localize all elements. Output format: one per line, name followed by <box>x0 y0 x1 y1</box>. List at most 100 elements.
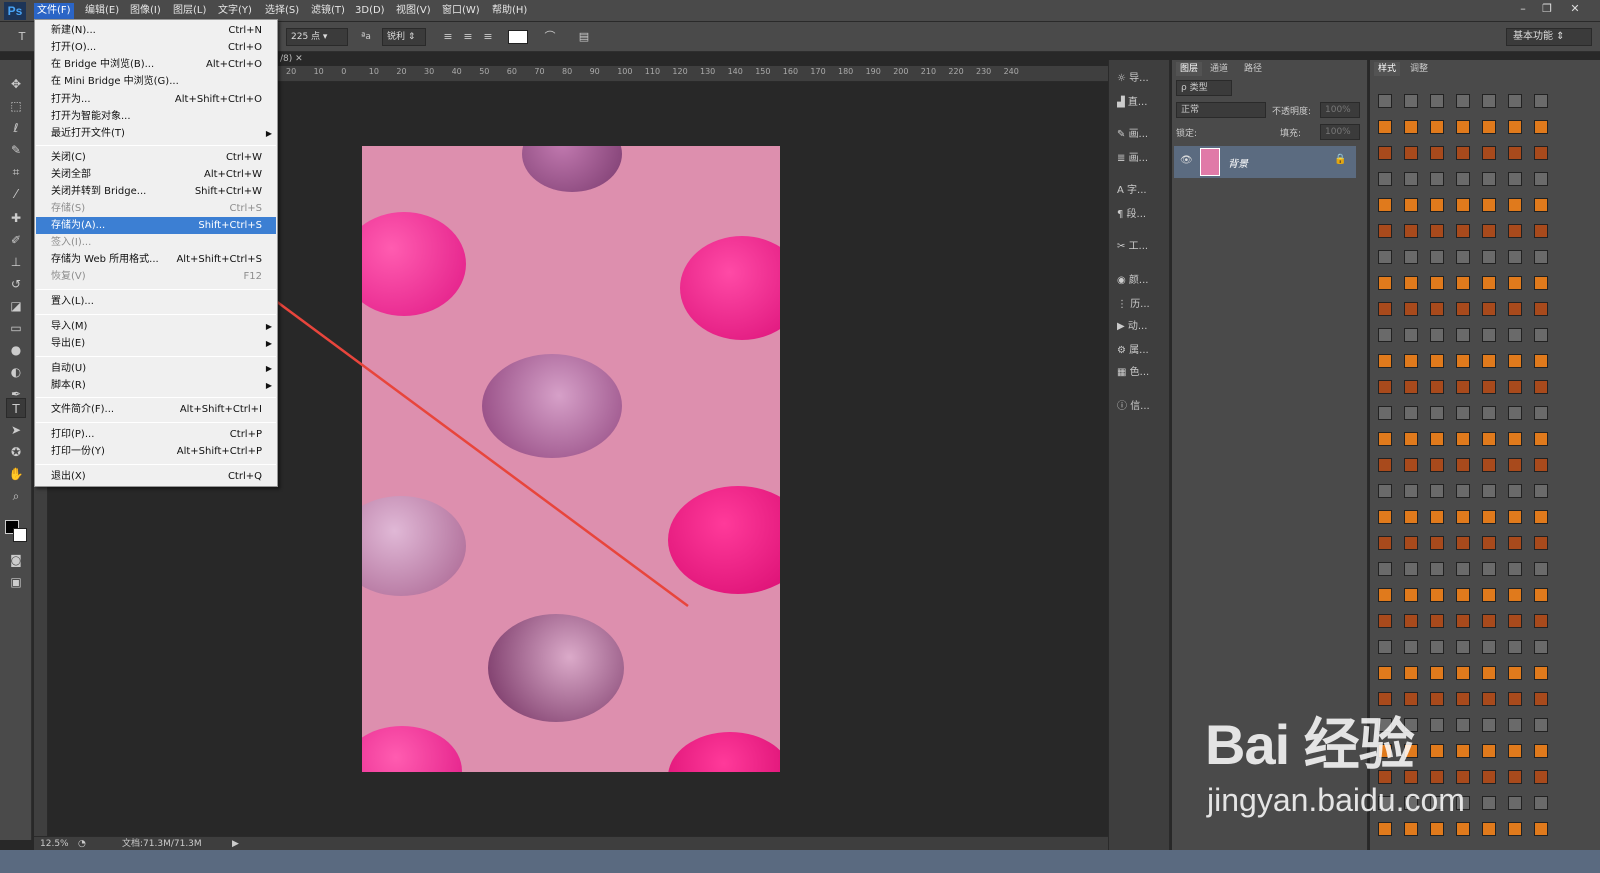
style-swatch[interactable] <box>1430 250 1444 264</box>
style-swatch[interactable] <box>1430 588 1444 602</box>
panel-paragraph[interactable]: ¶ 段... <box>1117 206 1165 224</box>
style-swatch[interactable] <box>1378 224 1392 238</box>
style-swatch[interactable] <box>1456 224 1470 238</box>
style-swatch[interactable] <box>1430 380 1444 394</box>
menu-item-save[interactable]: 存储(S) Ctrl+S <box>36 200 276 217</box>
style-swatch[interactable] <box>1534 484 1548 498</box>
panel-swatches[interactable]: ▦ 色... <box>1117 364 1165 382</box>
tab-styles[interactable]: 样式 <box>1374 62 1401 76</box>
menu-item-open-as[interactable]: 打开为... Alt+Shift+Ctrl+O <box>36 91 276 108</box>
style-swatch[interactable] <box>1456 276 1470 290</box>
style-swatch[interactable] <box>1404 172 1418 186</box>
style-swatch[interactable] <box>1508 562 1522 576</box>
menu-item-revert[interactable]: 恢复(V) F12 <box>36 268 276 285</box>
style-swatch[interactable] <box>1404 302 1418 316</box>
panel-properties[interactable]: ⚙ 属... <box>1117 342 1165 360</box>
style-swatch[interactable] <box>1378 94 1392 108</box>
style-swatch[interactable] <box>1534 692 1548 706</box>
style-swatch[interactable] <box>1456 120 1470 134</box>
menu-item-place[interactable]: 置入(L)... <box>36 293 276 310</box>
style-swatch[interactable] <box>1482 146 1496 160</box>
style-swatch[interactable] <box>1378 614 1392 628</box>
style-swatch[interactable] <box>1430 640 1444 654</box>
style-swatch[interactable] <box>1378 588 1392 602</box>
style-swatch[interactable] <box>1456 614 1470 628</box>
menu-item-close-go-bridge[interactable]: 关闭并转到 Bridge... Shift+Ctrl+W <box>36 183 276 200</box>
style-swatch[interactable] <box>1534 172 1548 186</box>
style-swatch[interactable] <box>1534 146 1548 160</box>
style-swatch[interactable] <box>1456 588 1470 602</box>
style-swatch[interactable] <box>1534 432 1548 446</box>
style-swatch[interactable] <box>1534 250 1548 264</box>
style-swatch[interactable] <box>1482 224 1496 238</box>
style-swatch[interactable] <box>1534 328 1548 342</box>
style-swatch[interactable] <box>1508 744 1522 758</box>
style-swatch[interactable] <box>1430 94 1444 108</box>
style-swatch[interactable] <box>1404 380 1418 394</box>
style-swatch[interactable] <box>1456 146 1470 160</box>
style-swatch[interactable] <box>1378 354 1392 368</box>
style-swatch[interactable] <box>1482 588 1496 602</box>
style-swatch[interactable] <box>1456 198 1470 212</box>
style-swatch[interactable] <box>1404 614 1418 628</box>
menu-item-export[interactable]: 导出(E) ▶ <box>36 335 276 352</box>
style-swatch[interactable] <box>1430 172 1444 186</box>
style-swatch[interactable] <box>1456 510 1470 524</box>
style-swatch[interactable] <box>1508 536 1522 550</box>
style-swatch[interactable] <box>1482 94 1496 108</box>
style-swatch[interactable] <box>1482 120 1496 134</box>
style-swatch[interactable] <box>1534 276 1548 290</box>
style-swatch[interactable] <box>1482 562 1496 576</box>
style-swatch[interactable] <box>1404 588 1418 602</box>
style-swatch[interactable] <box>1404 562 1418 576</box>
panel-navigator[interactable]: ☼ 导... <box>1117 70 1165 88</box>
style-swatch[interactable] <box>1378 406 1392 420</box>
style-swatch[interactable] <box>1534 614 1548 628</box>
style-swatch[interactable] <box>1482 536 1496 550</box>
style-swatch[interactable] <box>1534 458 1548 472</box>
style-swatch[interactable] <box>1378 562 1392 576</box>
style-swatch[interactable] <box>1508 120 1522 134</box>
style-swatch[interactable] <box>1508 718 1522 732</box>
style-swatch[interactable] <box>1378 640 1392 654</box>
menu-item-file-info[interactable]: 文件简介(F)... Alt+Shift+Ctrl+I <box>36 401 276 418</box>
style-swatch[interactable] <box>1378 146 1392 160</box>
style-swatch[interactable] <box>1404 146 1418 160</box>
style-swatch[interactable] <box>1534 224 1548 238</box>
style-swatch[interactable] <box>1482 250 1496 264</box>
style-swatch[interactable] <box>1534 302 1548 316</box>
style-swatch[interactable] <box>1378 328 1392 342</box>
zoom-level[interactable]: 12.5% <box>40 837 69 851</box>
layer-name[interactable]: 背景 <box>1228 155 1248 170</box>
style-swatch[interactable] <box>1482 510 1496 524</box>
style-swatch[interactable] <box>1508 250 1522 264</box>
style-swatch[interactable] <box>1508 666 1522 680</box>
blend-mode-select[interactable]: 正常 <box>1176 102 1266 118</box>
style-swatch[interactable] <box>1508 692 1522 706</box>
style-swatch[interactable] <box>1534 354 1548 368</box>
style-swatch[interactable] <box>1404 250 1418 264</box>
style-swatch[interactable] <box>1430 432 1444 446</box>
style-swatch[interactable] <box>1456 640 1470 654</box>
menu-item-close-all[interactable]: 关闭全部 Alt+Ctrl+W <box>36 166 276 183</box>
style-swatch[interactable] <box>1430 666 1444 680</box>
menu-item-close[interactable]: 关闭(C) Ctrl+W <box>36 149 276 166</box>
menu-item-automate[interactable]: 自动(U) ▶ <box>36 360 276 377</box>
style-swatch[interactable] <box>1534 822 1548 836</box>
style-swatch[interactable] <box>1508 822 1522 836</box>
style-swatch[interactable] <box>1404 406 1418 420</box>
style-swatch[interactable] <box>1404 120 1418 134</box>
style-swatch[interactable] <box>1404 224 1418 238</box>
style-swatch[interactable] <box>1404 198 1418 212</box>
style-swatch[interactable] <box>1430 562 1444 576</box>
style-swatch[interactable] <box>1508 640 1522 654</box>
menu-item-save-as[interactable]: 存储为(A)... Shift+Ctrl+S <box>36 217 276 234</box>
style-swatch[interactable] <box>1456 302 1470 316</box>
tab-adjustments[interactable]: 调整 <box>1406 62 1432 76</box>
style-swatch[interactable] <box>1482 432 1496 446</box>
style-swatch[interactable] <box>1482 406 1496 420</box>
style-swatch[interactable] <box>1378 250 1392 264</box>
style-swatch[interactable] <box>1378 198 1392 212</box>
style-swatch[interactable] <box>1456 94 1470 108</box>
menu-item-check-in[interactable]: 签入(I)... <box>36 234 276 251</box>
